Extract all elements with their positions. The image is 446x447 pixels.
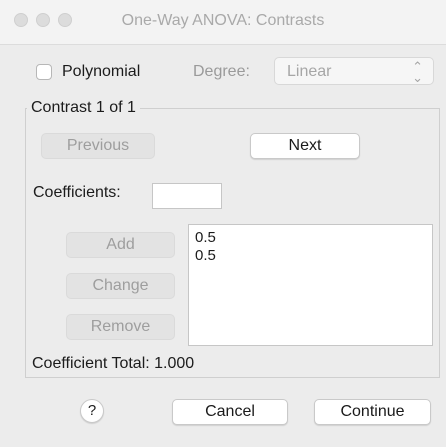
cancel-button[interactable]: Cancel: [172, 399, 288, 425]
help-button[interactable]: ?: [80, 399, 104, 423]
title-bar: One-Way ANOVA: Contrasts: [0, 0, 446, 45]
coefficient-list[interactable]: 0.5 0.5: [188, 224, 433, 346]
degree-select[interactable]: Linear ⌃ ⌄: [274, 57, 434, 85]
coefficients-label: Coefficients:: [33, 184, 121, 201]
polynomial-checkbox[interactable]: [36, 64, 52, 80]
window-title: One-Way ANOVA: Contrasts: [121, 12, 325, 29]
degree-value: Linear: [287, 63, 332, 80]
add-button[interactable]: Add: [66, 232, 175, 258]
updown-chevron-icon: ⌃ ⌄: [412, 59, 423, 85]
continue-button[interactable]: Continue: [314, 399, 431, 425]
degree-label: Degree:: [193, 63, 250, 80]
remove-button[interactable]: Remove: [66, 314, 175, 340]
coefficient-total-value: 1.000: [154, 355, 195, 372]
previous-button[interactable]: Previous: [41, 133, 155, 159]
list-item[interactable]: 0.5: [195, 247, 216, 264]
change-button[interactable]: Change: [66, 273, 175, 299]
coefficient-total-label: Coefficient Total: 1.000: [32, 355, 194, 373]
coefficients-input[interactable]: [152, 183, 222, 209]
next-button[interactable]: Next: [250, 133, 360, 159]
list-item[interactable]: 0.5: [195, 229, 216, 246]
polynomial-label: Polynomial: [62, 63, 141, 80]
coefficient-total-caption: Coefficient Total:: [32, 355, 150, 372]
contrast-group-legend: Contrast 1 of 1: [27, 99, 140, 117]
